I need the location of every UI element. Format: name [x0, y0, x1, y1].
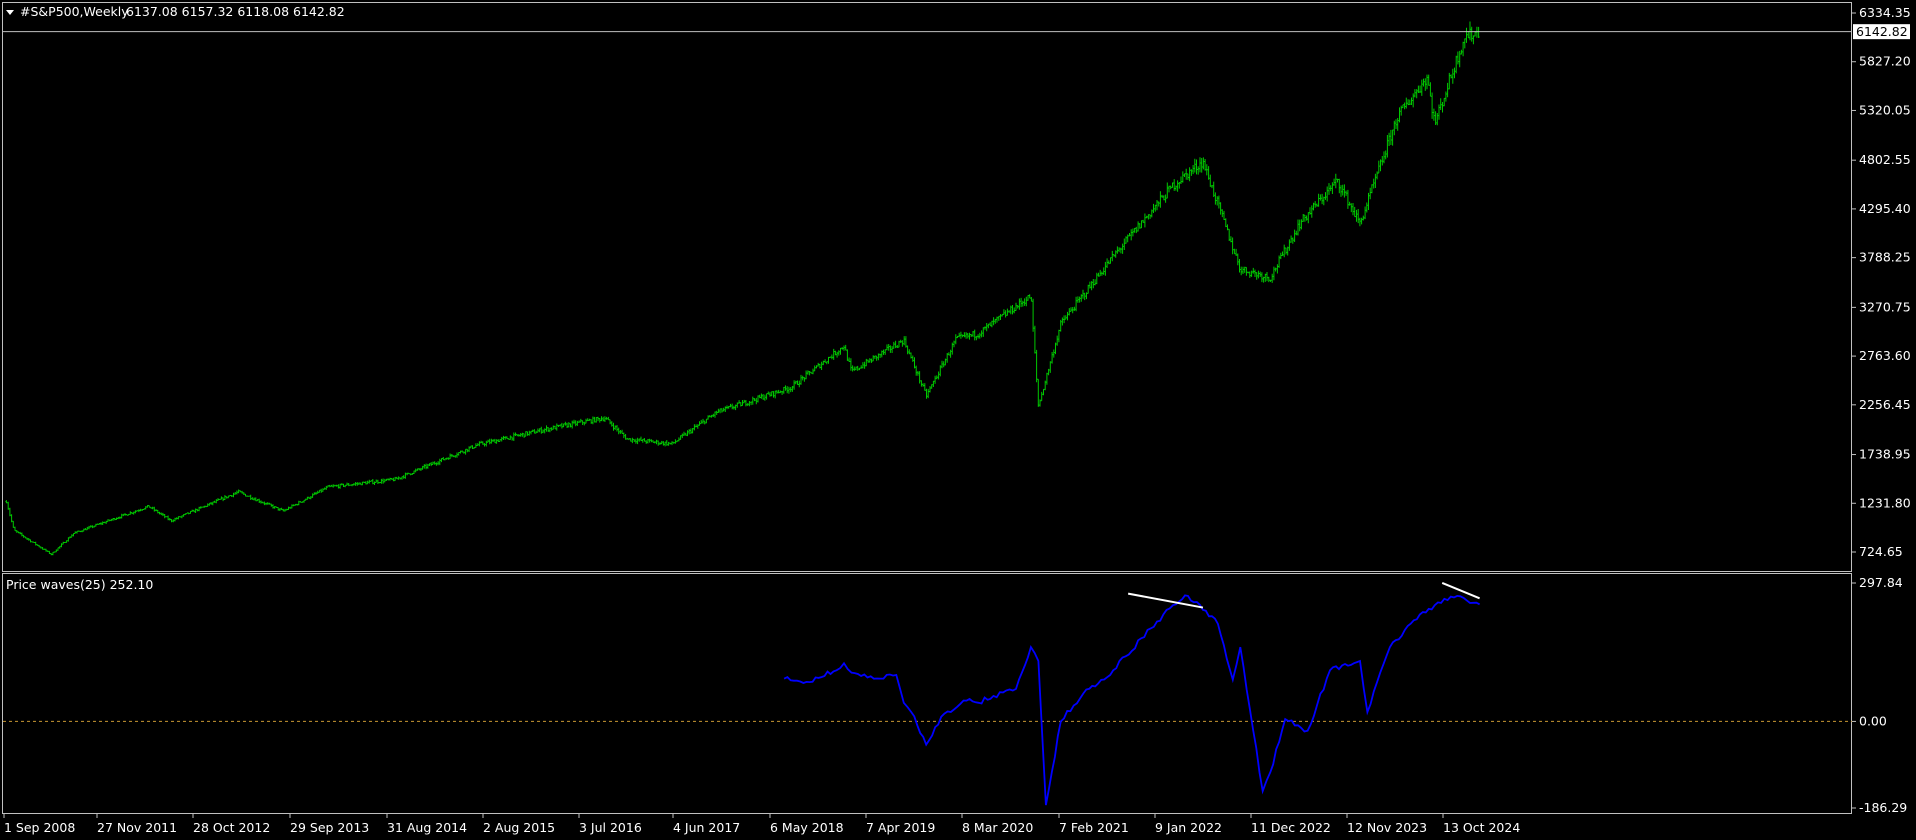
- time-tick-label: 12 Nov 2023: [1347, 820, 1427, 835]
- time-tick-label: 31 Aug 2014: [387, 820, 467, 835]
- indicator-tick-label: 297.84: [1859, 575, 1903, 590]
- price-tick-label: 2256.45: [1859, 397, 1911, 412]
- ohlc-values: 6137.08 6157.32 6118.08 6142.82: [126, 4, 345, 19]
- time-tick-label: 1 Sep 2008: [4, 820, 75, 835]
- price-tick-label: 1231.80: [1859, 495, 1911, 510]
- time-tick-label: 4 Jun 2017: [673, 820, 740, 835]
- price-tick-label: 3270.75: [1859, 299, 1911, 314]
- time-tick-label: 11 Dec 2022: [1251, 820, 1331, 835]
- price-tick-label: 5827.20: [1859, 54, 1911, 69]
- price-tick-label: 724.65: [1859, 544, 1903, 559]
- time-tick-label: 9 Jan 2022: [1155, 820, 1222, 835]
- time-tick-label: 8 Mar 2020: [962, 820, 1033, 835]
- price-tick-label: 4295.40: [1859, 201, 1911, 216]
- time-tick-label: 7 Apr 2019: [866, 820, 935, 835]
- time-tick-label: 3 Jul 2016: [579, 820, 642, 835]
- time-tick-label: 2 Aug 2015: [483, 820, 555, 835]
- time-tick-label: 13 Oct 2024: [1443, 820, 1520, 835]
- price-tick-label: 5320.05: [1859, 102, 1911, 117]
- indicator-tick-label: 0.00: [1859, 713, 1887, 728]
- price-tick-label: 6334.35: [1859, 5, 1911, 20]
- price-tick-label: 4802.55: [1859, 152, 1911, 167]
- time-tick-label: 6 May 2018: [770, 820, 844, 835]
- time-tick-label: 7 Feb 2021: [1059, 820, 1129, 835]
- indicator-title: Price waves(25) 252.10: [6, 577, 153, 592]
- indicator-tick-label: -186.29: [1859, 800, 1907, 815]
- price-tick-label: 1738.95: [1859, 447, 1911, 462]
- symbol-title: #S&P500,Weekly: [20, 4, 129, 19]
- price-tick-label: 3788.25: [1859, 250, 1911, 265]
- time-tick-label: 28 Oct 2012: [193, 820, 270, 835]
- price-tick-label: 2763.60: [1859, 348, 1911, 363]
- chart-canvas[interactable]: #S&P500,Weekly 6137.08 6157.32 6118.08 6…: [0, 0, 1916, 840]
- background: [0, 0, 1916, 840]
- time-tick-label: 29 Sep 2013: [290, 820, 369, 835]
- time-tick-label: 27 Nov 2011: [97, 820, 177, 835]
- current-price-label: 6142.82: [1856, 24, 1908, 39]
